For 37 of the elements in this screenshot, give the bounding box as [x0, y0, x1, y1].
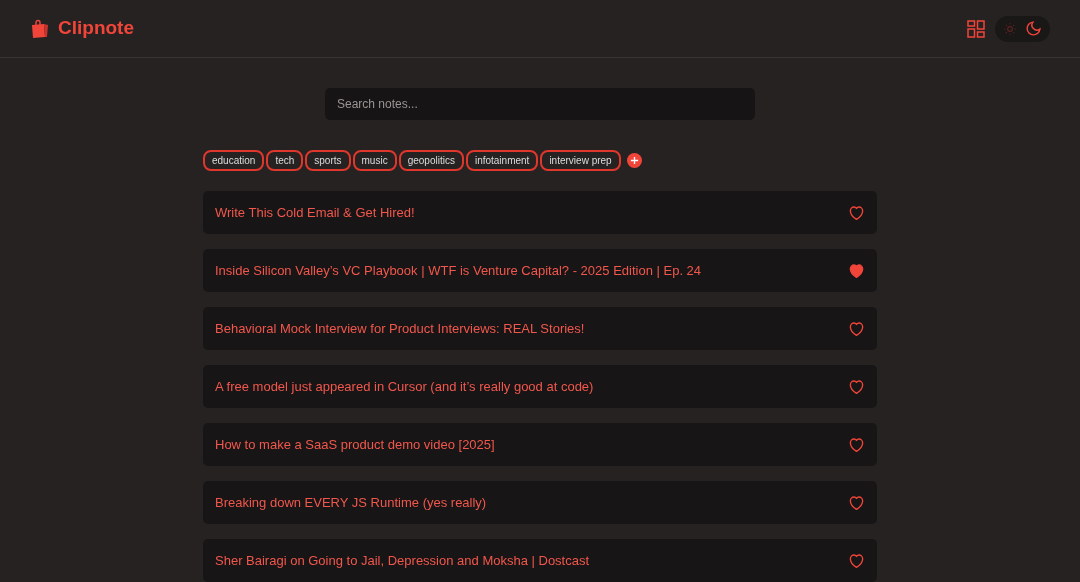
- note-card[interactable]: How to make a SaaS product demo video [2025]: [203, 423, 877, 466]
- dashboard-icon[interactable]: [967, 19, 985, 38]
- note-title: Behavioral Mock Interview for Product Interviews: REAL Stories!: [215, 319, 585, 338]
- sun-icon: [1003, 21, 1017, 36]
- heart-icon[interactable]: [848, 553, 865, 568]
- tag-chip[interactable]: tech: [266, 150, 304, 171]
- tag-chip[interactable]: infotainment: [465, 150, 539, 171]
- note-card[interactable]: Sher Bairagi on Going to Jail, Depression and Moksha | Dostcast: [203, 539, 877, 582]
- tag-chip[interactable]: geopolitics: [398, 150, 464, 171]
- note-card[interactable]: A free model just appeared in Cursor (and it’s really good at code): [203, 365, 877, 408]
- note-title: Sher Bairagi on Going to Jail, Depression and Moksha | Dostcast: [215, 551, 590, 570]
- note-card[interactable]: Behavioral Mock Interview for Product Interviews: REAL Stories!: [203, 307, 877, 350]
- note-title: Inside Silicon Valley’s VC Playbook | WTF is Venture Capital? - 2025 Edition | Ep. 24: [215, 261, 702, 280]
- tag-chip[interactable]: music: [352, 150, 397, 171]
- shopping-bag-icon: [30, 18, 50, 39]
- theme-toggle[interactable]: [995, 15, 1050, 42]
- filled-heart-icon[interactable]: [848, 263, 865, 278]
- plus-icon: [629, 156, 639, 165]
- add-tag-button[interactable]: [626, 153, 642, 168]
- note-card[interactable]: Breaking down EVERY JS Runtime (yes really): [203, 481, 877, 524]
- moon-icon: [1025, 20, 1042, 37]
- note-card[interactable]: Inside Silicon Valley’s VC Playbook | WTF is Venture Capital? - 2025 Edition | Ep. 24: [203, 249, 877, 292]
- note-title: A free model just appeared in Cursor (and it’s really good at code): [215, 377, 594, 396]
- tag-chip[interactable]: interview prep: [540, 150, 621, 171]
- note-card[interactable]: Write This Cold Email & Get Hired!: [203, 191, 877, 234]
- heart-icon[interactable]: [848, 495, 865, 510]
- note-title: How to make a SaaS product demo video [2025]: [215, 435, 495, 454]
- heart-icon[interactable]: [848, 437, 865, 452]
- app-logo[interactable]: Clipnote: [58, 14, 134, 43]
- tag-chip[interactable]: sports: [305, 150, 351, 171]
- heart-icon[interactable]: [848, 205, 865, 220]
- search-field[interactable]: Search notes...: [325, 88, 755, 120]
- note-title: Write This Cold Email & Get Hired!: [215, 203, 415, 222]
- heart-icon[interactable]: [848, 321, 865, 336]
- heart-icon[interactable]: [848, 379, 865, 394]
- note-title: Breaking down EVERY JS Runtime (yes really): [215, 493, 487, 512]
- tag-chip[interactable]: education: [203, 150, 265, 171]
